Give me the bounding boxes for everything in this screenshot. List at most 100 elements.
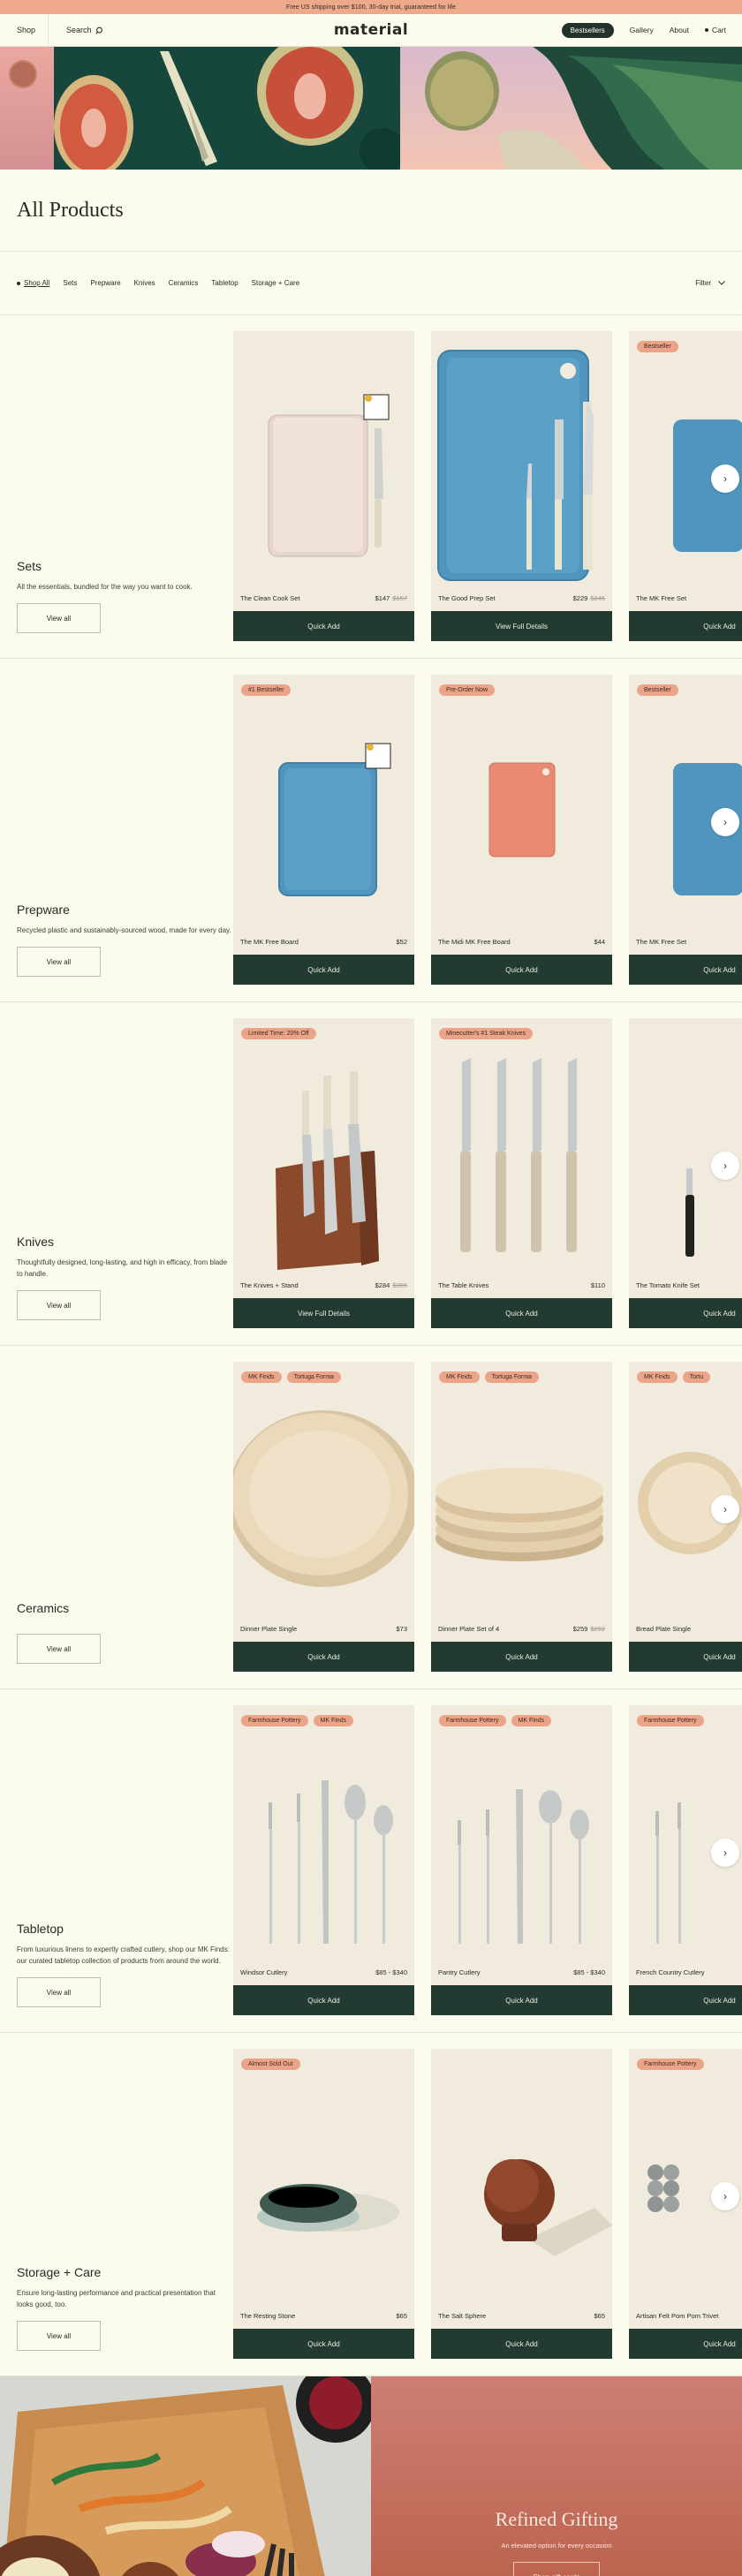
gallery-link[interactable]: Gallery <box>630 26 654 34</box>
quick-add-button[interactable]: Quick Add <box>233 2329 414 2359</box>
shop-gift-cards-button[interactable]: Shop gift cards <box>513 2562 600 2576</box>
bestsellers-link[interactable]: Bestsellers <box>561 22 614 38</box>
cart-link[interactable]: Cart <box>704 26 726 34</box>
product-carousel: MK Finds Tortuga Forma Dinner Plate Singl… <box>233 1346 742 1688</box>
quick-add-button[interactable]: Quick Add <box>431 1642 612 1672</box>
product-card[interactable]: Minecutter's #1 Steak Knives The Table K… <box>431 1018 612 1328</box>
filter-prepware[interactable]: Prepware <box>90 279 120 287</box>
view-details-button[interactable]: View Full Details <box>431 611 612 641</box>
quick-add-button[interactable]: Quick Add <box>431 955 612 985</box>
product-badge: Bestseller <box>637 341 678 352</box>
chevron-right-icon: › <box>723 1503 727 1515</box>
product-image-free-set: Bestseller <box>629 675 742 939</box>
chevron-right-icon: › <box>723 2190 727 2202</box>
quick-add-button[interactable]: Quick Add <box>629 1298 742 1328</box>
product-meta: The MK Free Set <box>629 594 742 612</box>
search-label: Search <box>66 26 92 34</box>
section-tabletop: Tabletop From luxurious linens to expert… <box>0 1689 742 2033</box>
quick-add-button[interactable]: Quick Add <box>233 1642 414 1672</box>
product-card[interactable]: The Salt Sphere $65 Quick Add <box>431 2049 612 2359</box>
filter-shop-all[interactable]: Shop All <box>17 279 49 287</box>
product-price: $44 <box>594 938 605 947</box>
product-card[interactable]: Farmhouse Pottery MK Finds Windsor Cutler… <box>233 1705 414 2015</box>
chevron-right-icon: › <box>723 816 727 828</box>
product-price: $259 <box>572 1625 588 1634</box>
product-image-resting-stone: Almost Sold Out <box>233 2049 414 2313</box>
product-card[interactable]: Limited Time: 20% Off The Knives + Stand… <box>233 1018 414 1328</box>
product-badge: MK Finds <box>511 1715 552 1726</box>
quick-add-button[interactable]: Quick Add <box>629 1642 742 1672</box>
product-card[interactable]: Almost Sold Out The Resting Stone $65 Qu… <box>233 2049 414 2359</box>
section-info: Prepware Recycled plastic and sustainabl… <box>0 659 233 1001</box>
carousel-next-button[interactable]: › <box>711 1152 739 1180</box>
filter-tabletop[interactable]: Tabletop <box>211 279 238 287</box>
shop-menu-link[interactable]: Shop <box>0 13 49 47</box>
view-details-button[interactable]: View Full Details <box>233 1298 414 1328</box>
section-description: Thoughtfully designed, long-lasting, and… <box>17 1258 228 1278</box>
view-all-button[interactable]: View all <box>17 1977 101 2007</box>
quick-add-button[interactable]: Quick Add <box>431 2329 612 2359</box>
product-price: $284 <box>375 1281 390 1290</box>
filter-ceramics[interactable]: Ceramics <box>169 279 199 287</box>
view-all-button[interactable]: View all <box>17 947 101 977</box>
quick-add-button[interactable]: Quick Add <box>233 955 414 985</box>
product-card[interactable]: The Clean Cook Set $147 $157 Quick Add <box>233 331 414 641</box>
product-carousel: Limited Time: 20% Off The Knives + Stand… <box>233 1002 742 1345</box>
product-card[interactable]: Farmhouse Pottery MK Finds Pantry Cutlery… <box>431 1705 612 2015</box>
quick-add-button[interactable]: Quick Add <box>629 611 742 641</box>
quick-add-button[interactable]: Quick Add <box>629 1985 742 2015</box>
product-badge: #1 Bestseller <box>241 684 292 696</box>
search-button[interactable]: Search <box>66 26 103 34</box>
filter-knives[interactable]: Knives <box>134 279 155 287</box>
carousel-next-button[interactable]: › <box>711 465 739 493</box>
product-card[interactable]: #1 Bestseller The MK Free Board $52 Quic… <box>233 675 414 985</box>
about-link[interactable]: About <box>670 26 689 34</box>
quick-add-button[interactable]: Quick Add <box>233 611 414 641</box>
product-card[interactable]: The Good Prep Set $229 $245 View Full Det… <box>431 331 612 641</box>
filter-dropdown[interactable]: Filter <box>695 279 725 287</box>
section-title: Tabletop <box>17 1922 64 1936</box>
gifting-banner: Refined Gifting An elevated option for e… <box>0 2376 742 2576</box>
view-all-button[interactable]: View all <box>17 2321 101 2351</box>
carousel-next-button[interactable]: › <box>711 808 739 836</box>
product-meta: Pantry Cutlery $85 - $340 <box>431 1968 612 1986</box>
product-name: Artisan Felt Pom Pom Trivet <box>636 2312 719 2321</box>
product-card[interactable]: MK Finds Tortuga Forma Dinner Plate Set o… <box>431 1362 612 1672</box>
view-all-button[interactable]: View all <box>17 1290 101 1320</box>
quick-add-button[interactable]: Quick Add <box>431 1985 612 2015</box>
product-card[interactable]: MK Finds Tortuga Forma Dinner Plate Singl… <box>233 1362 414 1672</box>
brand-logo[interactable]: material <box>334 21 408 39</box>
product-badge: Tortuga Forma <box>484 1371 540 1383</box>
chevron-down-icon <box>718 281 725 285</box>
product-meta: The Resting Stone $65 <box>233 2312 414 2330</box>
product-meta: Dinner Plate Single $73 <box>233 1625 414 1643</box>
product-badge: Bestseller <box>637 684 678 696</box>
quick-add-button[interactable]: Quick Add <box>233 1985 414 2015</box>
carousel-next-button[interactable]: › <box>711 1495 739 1523</box>
quick-add-button[interactable]: Quick Add <box>431 1298 612 1328</box>
quick-add-button[interactable]: Quick Add <box>629 955 742 985</box>
product-name: Windsor Cutlery <box>240 1968 288 1977</box>
hero-image-figs-knife <box>54 47 400 170</box>
top-navigation: Shop Search material Bestsellers Gallery… <box>0 13 742 47</box>
product-name: The Knives + Stand <box>240 1281 299 1290</box>
product-badge: Limited Time: 20% Off <box>241 1028 316 1039</box>
filter-storage-care[interactable]: Storage + Care <box>252 279 299 287</box>
product-meta: The Clean Cook Set $147 $157 <box>233 594 414 612</box>
product-card[interactable]: Pre-Order Now The Midi MK Free Board $44… <box>431 675 612 985</box>
view-all-button[interactable]: View all <box>17 603 101 633</box>
carousel-next-button[interactable]: › <box>711 2182 739 2210</box>
hero-left-panel <box>0 47 54 170</box>
product-meta: Windsor Cutlery $85 - $340 <box>233 1968 414 1986</box>
filter-sets[interactable]: Sets <box>63 279 77 287</box>
gifting-photo-vegetables <box>0 2376 371 2576</box>
product-badge: Pre-Order Now <box>439 684 496 696</box>
product-name: Dinner Plate Set of 4 <box>438 1625 500 1634</box>
product-name: The MK Free Set <box>636 938 687 947</box>
product-image-plate-stack: MK Finds Tortuga Forma <box>431 1362 612 1626</box>
carousel-next-button[interactable]: › <box>711 1839 739 1867</box>
quick-add-button[interactable]: Quick Add <box>629 2329 742 2359</box>
product-image-free-set: Bestseller <box>629 331 742 595</box>
product-name: Bread Plate Single <box>636 1625 692 1634</box>
view-all-button[interactable]: View all <box>17 1634 101 1664</box>
